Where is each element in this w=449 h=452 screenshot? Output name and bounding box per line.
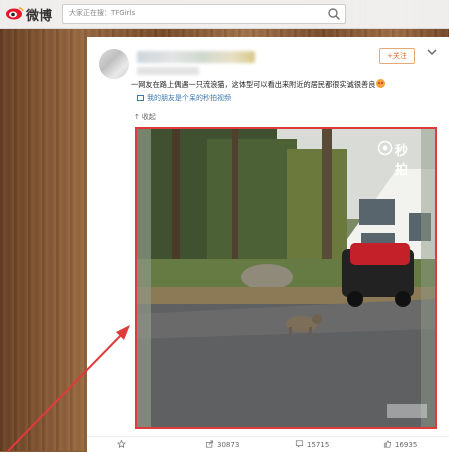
post-text-content: 一网友在路上偶遇一只流浪猫，这体型可以看出来附近的居民都很实诚很善良 (131, 80, 376, 89)
emoji-icon (376, 79, 386, 88)
weibo-logo[interactable]: 微博 (6, 4, 66, 24)
comment-icon (295, 440, 304, 448)
search-input[interactable]: 大家正在搜：TFGirls (62, 4, 346, 24)
video-player[interactable]: 秒拍 (135, 127, 437, 429)
star-icon (117, 440, 126, 448)
comment-button[interactable]: 15715 (295, 440, 329, 449)
share-icon (205, 440, 214, 448)
share-button[interactable]: 30873 (205, 440, 239, 449)
top-navigation-bar: 微博 大家正在搜：TFGirls (0, 0, 449, 29)
video-link[interactable]: 我的朋友是个呆的秒拍视频 (137, 93, 231, 103)
username-blurred[interactable] (137, 51, 255, 63)
collapse-label: 收起 (141, 113, 156, 121)
watermark: 秒拍 (377, 139, 417, 178)
post-text: 一网友在路上偶遇一只流浪猫，这体型可以看出来附近的居民都很实诚很善良 (131, 79, 441, 90)
weibo-brand-text: 微博 (26, 9, 53, 24)
video-frame-image (137, 129, 435, 427)
chevron-down-icon[interactable] (426, 46, 438, 58)
like-count: 16935 (395, 441, 418, 449)
avatar[interactable] (99, 49, 129, 79)
annotation-arrow (7, 325, 130, 451)
comment-count: 15715 (307, 441, 330, 449)
miaopai-camera-icon (377, 140, 393, 156)
like-icon (383, 440, 392, 448)
search-placeholder: 大家正在搜：TFGirls (69, 9, 136, 17)
share-count: 30873 (217, 441, 240, 449)
search-icon[interactable] (327, 7, 341, 21)
collapse-button[interactable]: ↑ 收起 (134, 112, 156, 122)
like-button[interactable]: 16935 (383, 440, 417, 449)
weibo-eye-icon (6, 7, 24, 20)
favorite-button[interactable] (117, 440, 129, 449)
video-link-text: 我的朋友是个呆的秒拍视频 (147, 94, 231, 102)
weibo-post-card: +关注 一网友在路上偶遇一只流浪猫，这体型可以看出来附近的居民都很实诚很善良 我… (87, 37, 449, 451)
post-action-bar: 30873 15715 16935 (87, 436, 449, 452)
collapse-arrow-icon: ↑ (134, 113, 140, 121)
follow-button[interactable]: +关注 (379, 48, 415, 64)
video-play-icon (137, 95, 144, 101)
watermark-text: 秒拍 (395, 144, 409, 178)
post-meta-blurred (137, 67, 199, 75)
